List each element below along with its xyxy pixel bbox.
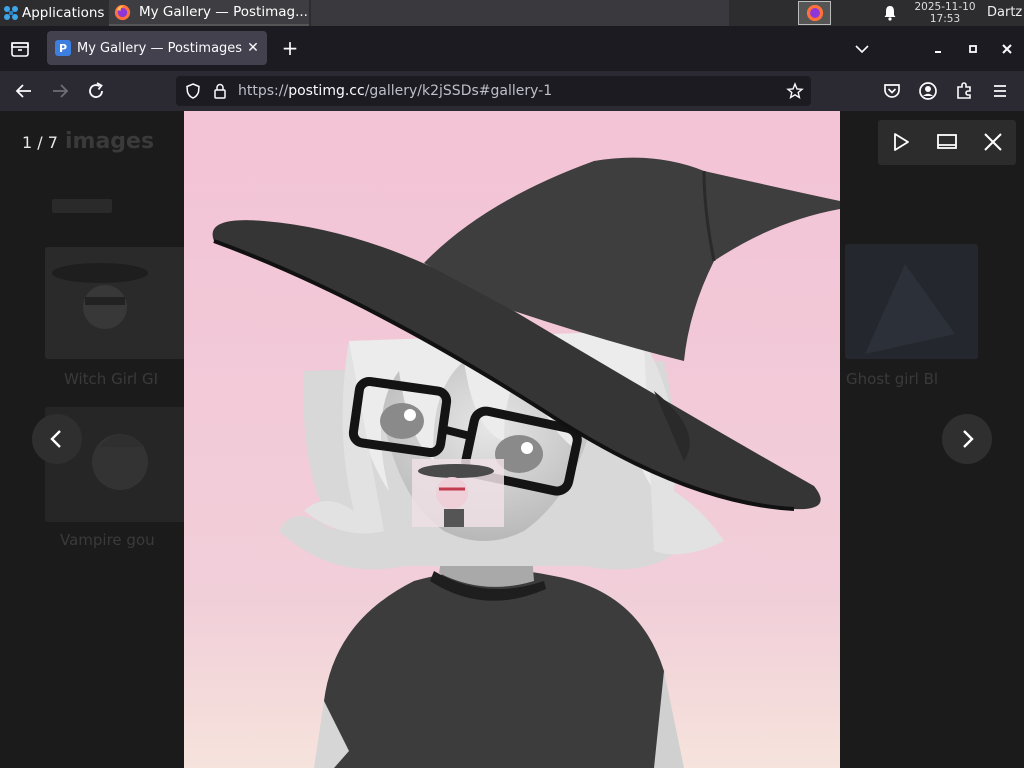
taskbar-empty-area	[311, 0, 729, 26]
url-bar[interactable]: https://postimg.cc/gallery/k2jSSDs#galle…	[176, 76, 811, 106]
gallery-background-title: images	[65, 129, 155, 154]
new-tab-button[interactable]: +	[279, 38, 301, 60]
clock-time: 17:53	[929, 13, 961, 25]
url-host: postimg.cc	[288, 83, 365, 99]
url-path: /gallery/k2jSSDs#gallery-1	[364, 83, 553, 99]
witch-girl-illustration	[184, 111, 840, 768]
minimize-icon[interactable]	[927, 38, 949, 60]
fullscreen-icon[interactable]	[935, 130, 959, 154]
reload-icon[interactable]	[84, 79, 108, 103]
tab-my-gallery[interactable]: P My Gallery — Postimages ✕	[47, 31, 267, 65]
account-icon[interactable]	[916, 79, 940, 103]
browser-nav-bar: https://postimg.cc/gallery/k2jSSDs#galle…	[0, 71, 1024, 111]
window-close-icon[interactable]	[996, 38, 1018, 60]
clock[interactable]: 2025-11-10 17:53	[905, 1, 985, 25]
firefox-view-icon[interactable]	[8, 37, 32, 61]
taskbar-separator: ⋮	[104, 5, 115, 21]
lightbox-toolbar	[878, 120, 1016, 165]
url-scheme: https://	[238, 83, 289, 99]
applications-label: Applications	[22, 5, 105, 21]
xfce-logo-icon	[4, 6, 18, 20]
clock-date: 2025-11-10	[914, 1, 976, 13]
os-taskbar: Applications ⋮ My Gallery — Postimag... …	[0, 0, 1024, 26]
gallery-page: images Witch Girl GI Vampire gou Ghost g…	[0, 111, 1024, 768]
taskbar-window-button[interactable]: My Gallery — Postimag...	[109, 0, 309, 26]
forward-arrow-icon[interactable]	[48, 79, 72, 103]
lightbox-image[interactable]	[184, 111, 840, 768]
image-counter: 1 / 7	[22, 133, 58, 152]
gallery-caption-2: Vampire gou	[60, 531, 155, 549]
play-icon[interactable]	[889, 130, 913, 154]
thumbnail-ghost-image	[845, 244, 978, 359]
list-all-tabs-chevron-down-icon[interactable]	[851, 38, 873, 60]
url-text[interactable]: https://postimg.cc/gallery/k2jSSDs#galle…	[238, 83, 552, 99]
gallery-caption-3: Ghost girl Bl	[846, 370, 939, 388]
extensions-puzzle-icon[interactable]	[952, 79, 976, 103]
tracking-protection-shield-icon[interactable]	[184, 82, 202, 100]
user-name[interactable]: Dartz	[987, 5, 1022, 20]
gallery-thumbnail[interactable]	[845, 244, 978, 359]
next-image-button[interactable]	[942, 414, 992, 464]
previous-image-button[interactable]	[32, 414, 82, 464]
maximize-icon[interactable]	[962, 38, 984, 60]
gallery-background-subheading	[52, 199, 112, 213]
close-icon[interactable]	[981, 130, 1005, 154]
applications-menu[interactable]: Applications	[0, 0, 104, 26]
padlock-icon[interactable]	[211, 82, 229, 100]
pocket-icon[interactable]	[880, 79, 904, 103]
notification-bell-icon[interactable]	[881, 4, 899, 22]
gallery-thumbnail[interactable]	[45, 247, 185, 359]
back-arrow-icon[interactable]	[12, 79, 36, 103]
firefox-icon	[114, 4, 131, 20]
tab-close-icon[interactable]: ✕	[245, 40, 261, 56]
gallery-caption-1: Witch Girl GI	[64, 370, 159, 388]
hamburger-menu-icon[interactable]	[988, 79, 1012, 103]
tab-title: My Gallery — Postimages	[77, 40, 243, 56]
thumbnail-witch-image	[45, 247, 185, 359]
tray-firefox-icon[interactable]	[798, 1, 831, 25]
firefox-icon	[806, 4, 823, 22]
chevron-right-icon	[963, 430, 974, 448]
taskbar-window-title: My Gallery — Postimag...	[139, 4, 308, 20]
browser-tab-strip: P My Gallery — Postimages ✕ +	[0, 26, 1024, 71]
bookmark-star-icon[interactable]	[786, 82, 804, 100]
chevron-left-icon	[50, 430, 61, 448]
postimages-favicon-icon: P	[55, 40, 71, 56]
